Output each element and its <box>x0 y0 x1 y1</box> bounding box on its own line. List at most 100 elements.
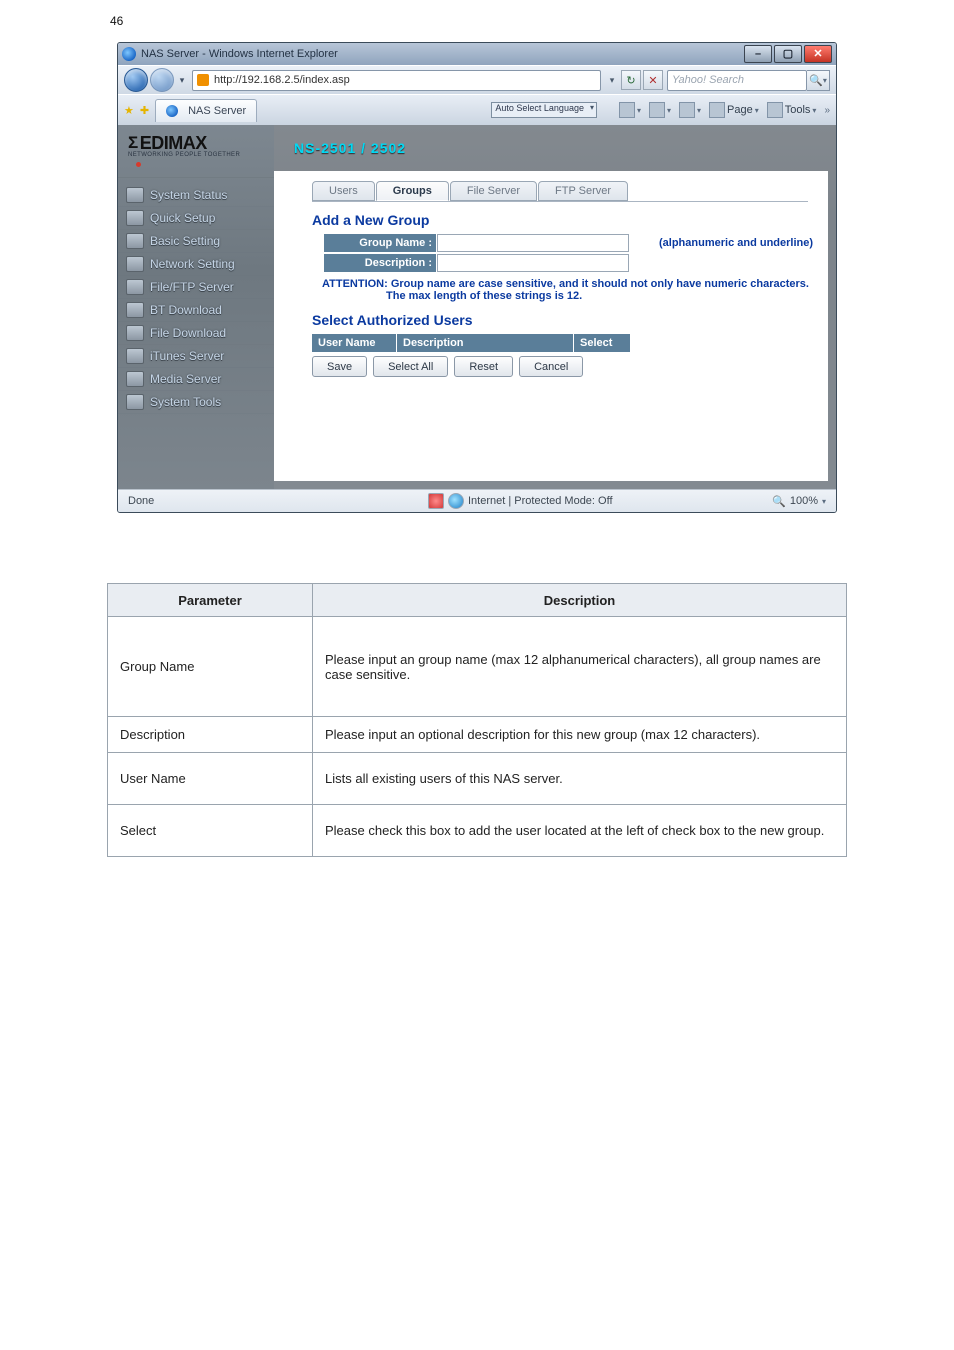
browser-window: NAS Server - Windows Internet Explorer –… <box>117 42 837 513</box>
doc-td: Group Name <box>108 617 313 717</box>
sidebar-item-media-server[interactable]: Media Server <box>118 368 274 391</box>
doc-td: Please input an optional description for… <box>313 717 847 753</box>
home-icon <box>619 102 635 118</box>
minimize-button[interactable]: – <box>744 45 772 63</box>
doc-th-parameter: Parameter <box>108 584 313 617</box>
tools-menu[interactable]: Tools▾ <box>767 102 817 118</box>
doc-td: User Name <box>108 753 313 805</box>
feeds-menu[interactable]: ▾ <box>649 102 671 118</box>
sidebar-item-bt-download[interactable]: BT Download <box>118 299 274 322</box>
input-description[interactable] <box>437 254 629 272</box>
page-icon <box>709 102 725 118</box>
close-button[interactable]: ✕ <box>804 45 832 63</box>
print-icon <box>679 102 695 118</box>
stop-button[interactable]: ✕ <box>643 70 663 90</box>
nav-icon <box>126 348 144 364</box>
tab-users[interactable]: Users <box>312 181 375 201</box>
browser-tab[interactable]: NAS Server <box>155 99 257 122</box>
tab-file-server[interactable]: File Server <box>450 181 537 201</box>
button-row: Save Select All Reset Cancel <box>312 356 828 377</box>
print-menu[interactable]: ▾ <box>679 102 701 118</box>
tab-label: NAS Server <box>188 105 246 117</box>
content-panel: Users Groups File Server FTP Server Add … <box>274 171 828 481</box>
tools-icon <box>767 102 783 118</box>
sidebar-item-system-status[interactable]: System Status <box>118 184 274 207</box>
cancel-button[interactable]: Cancel <box>519 356 583 377</box>
col-user-name: User Name <box>312 334 396 352</box>
doc-th-description: Description <box>313 584 847 617</box>
sidebar-item-quick-setup[interactable]: Quick Setup <box>118 207 274 230</box>
url-field[interactable]: http://192.168.2.5/index.asp <box>192 70 601 91</box>
zone-icon <box>448 493 464 509</box>
sidebar-nav: System Status Quick Setup Basic Setting … <box>118 184 274 414</box>
doc-td: Description <box>108 717 313 753</box>
zoom-value: 100% <box>790 495 818 507</box>
language-select[interactable]: Auto Select Language <box>491 102 597 118</box>
input-group-name[interactable] <box>437 234 629 252</box>
status-zone: Internet | Protected Mode: Off <box>468 495 613 507</box>
select-all-button[interactable]: Select All <box>373 356 448 377</box>
nav-icon <box>126 394 144 410</box>
sidebar-item-itunes-server[interactable]: iTunes Server <box>118 345 274 368</box>
sidebar-item-network-setting[interactable]: Network Setting <box>118 253 274 276</box>
sidebar-item-file-ftp-server[interactable]: File/FTP Server <box>118 276 274 299</box>
address-bar: ▾ http://192.168.2.5/index.asp ▾ ↻ ✕ Yah… <box>118 65 836 94</box>
maximize-button[interactable]: ▢ <box>774 45 802 63</box>
favorites-star-icon[interactable]: ★ <box>124 104 134 117</box>
home-menu[interactable]: ▾ <box>619 102 641 118</box>
search-button[interactable]: 🔍▾ <box>807 70 830 91</box>
tab-groups[interactable]: Groups <box>376 181 449 201</box>
page-menu[interactable]: Page▾ <box>709 102 759 118</box>
sidebar-item-basic-setting[interactable]: Basic Setting <box>118 230 274 253</box>
tab-ftp-server[interactable]: FTP Server <box>538 181 628 201</box>
refresh-button[interactable]: ↻ <box>621 70 641 90</box>
command-bar: ★ ✚ NAS Server Auto Select Language ▾ ▾ … <box>118 94 836 125</box>
search-placeholder: Yahoo! Search <box>672 74 744 86</box>
label-group-name: Group Name : <box>324 234 436 252</box>
search-box[interactable]: Yahoo! Search <box>667 70 807 91</box>
nav-icon <box>126 371 144 387</box>
add-favorite-icon[interactable]: ✚ <box>140 104 149 117</box>
ie-icon <box>122 47 136 61</box>
doc-parameter-table: Parameter Description Group NamePlease i… <box>107 583 847 857</box>
save-button[interactable]: Save <box>312 356 367 377</box>
brand-tagline: NETWORKING PEOPLE TOGETHER <box>128 152 274 158</box>
nav-icon <box>126 302 144 318</box>
security-icon <box>428 493 444 509</box>
site-icon <box>197 74 209 86</box>
forward-button[interactable] <box>150 68 174 92</box>
nav-icon <box>126 233 144 249</box>
panel-tabs: Users Groups File Server FTP Server <box>274 171 828 201</box>
sidebar-item-system-tools[interactable]: System Tools <box>118 391 274 414</box>
nav-icon <box>126 279 144 295</box>
feeds-icon <box>649 102 665 118</box>
url-dropdown[interactable]: ▾ <box>605 75 619 86</box>
status-bar: Done Internet | Protected Mode: Off 🔍 10… <box>118 489 836 512</box>
hint-alnum: (alphanumeric and underline) <box>659 237 813 249</box>
sidebar-item-file-download[interactable]: File Download <box>118 322 274 345</box>
doc-td: Please input an group name (max 12 alpha… <box>313 617 847 717</box>
window-titlebar: NAS Server - Windows Internet Explorer –… <box>118 43 836 65</box>
sidebar: ΣEDIMAX NETWORKING PEOPLE TOGETHER Syste… <box>118 125 274 489</box>
doc-td: Select <box>108 805 313 857</box>
url-text: http://192.168.2.5/index.asp <box>214 74 350 86</box>
col-description: Description <box>397 334 573 352</box>
history-dropdown[interactable]: ▾ <box>176 75 188 86</box>
back-button[interactable] <box>124 68 148 92</box>
status-left: Done <box>128 495 428 507</box>
label-description: Description : <box>324 254 436 272</box>
reset-button[interactable]: Reset <box>454 356 513 377</box>
window-title: NAS Server - Windows Internet Explorer <box>141 48 338 60</box>
tab-favicon-icon <box>166 105 178 117</box>
app-content: ΣEDIMAX NETWORKING PEOPLE TOGETHER Syste… <box>118 125 836 489</box>
attention-text: ATTENTION: Group name are case sensitive… <box>322 278 828 302</box>
zoom-icon[interactable]: 🔍 <box>772 495 786 508</box>
overflow-icon[interactable]: » <box>824 105 830 116</box>
doc-td: Lists all existing users of this NAS ser… <box>313 753 847 805</box>
main-area: NS-2501 / 2502 Users Groups File Server … <box>274 125 836 489</box>
users-table-header: User Name Description Select <box>312 334 828 352</box>
zoom-dropdown[interactable]: ▾ <box>822 497 826 506</box>
nav-icon <box>126 187 144 203</box>
col-select: Select <box>574 334 630 352</box>
nav-icon <box>126 256 144 272</box>
